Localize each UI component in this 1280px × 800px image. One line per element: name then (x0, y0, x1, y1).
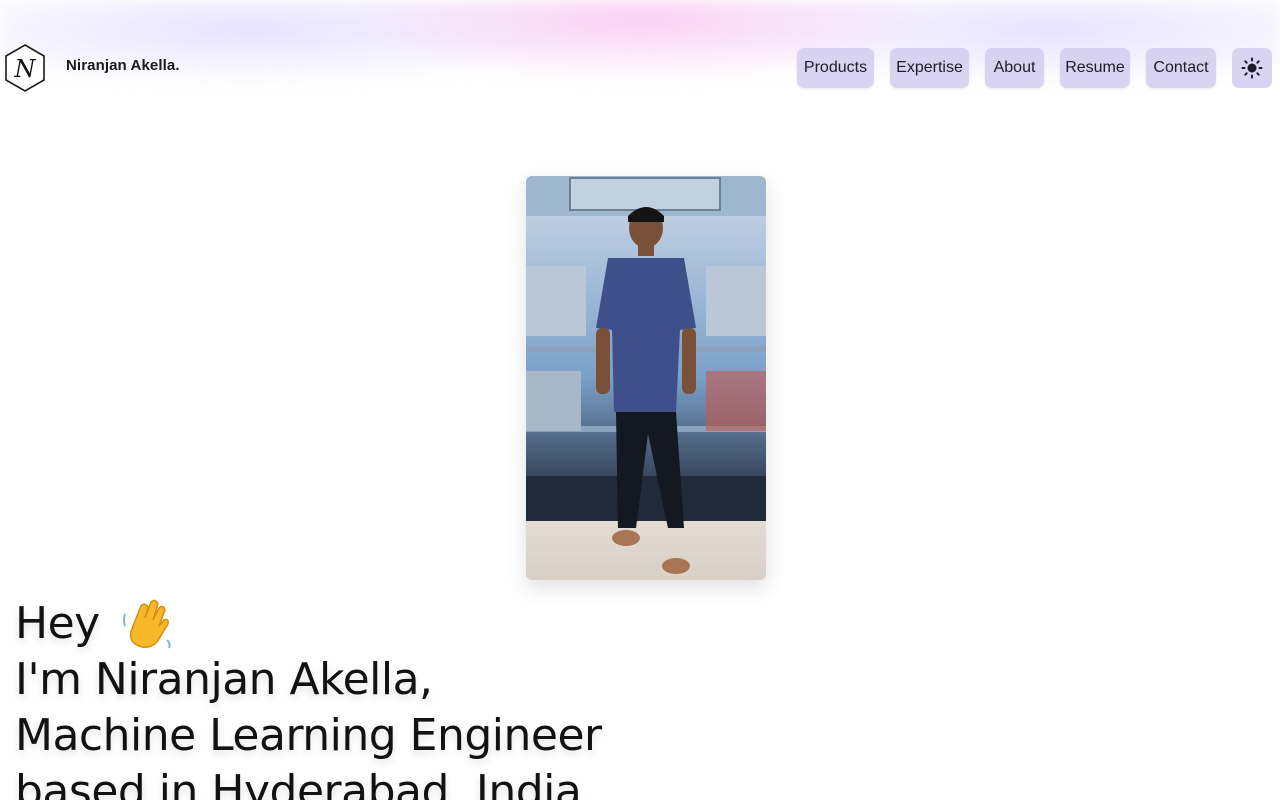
site-header: N Niranjan Akella. Products Expertise Ab… (0, 0, 1280, 134)
hero-greeting-line: Hey (15, 596, 915, 652)
profile-photo (526, 176, 766, 580)
theme-toggle-button[interactable] (1232, 48, 1272, 88)
nav-products-button[interactable]: Products (797, 48, 874, 88)
hero-line-name: I'm Niranjan Akella, (15, 654, 433, 705)
main-nav: Products Expertise About Resume Contact (0, 48, 1280, 88)
hero-line-location: based in Hyderabad, India. (15, 766, 595, 800)
hero-heading: Hey I'm Niranjan Akella, Machine Learnin… (15, 596, 915, 800)
sun-icon (1241, 57, 1263, 79)
nav-expertise-button[interactable]: Expertise (890, 48, 969, 88)
hero-greeting: Hey (15, 598, 100, 649)
nav-about-button[interactable]: About (985, 48, 1044, 88)
hero-line-role: Machine Learning Engineer (15, 710, 602, 761)
nav-contact-button[interactable]: Contact (1146, 48, 1216, 88)
waving-hand-icon (123, 599, 171, 649)
nav-resume-button[interactable]: Resume (1060, 48, 1130, 88)
